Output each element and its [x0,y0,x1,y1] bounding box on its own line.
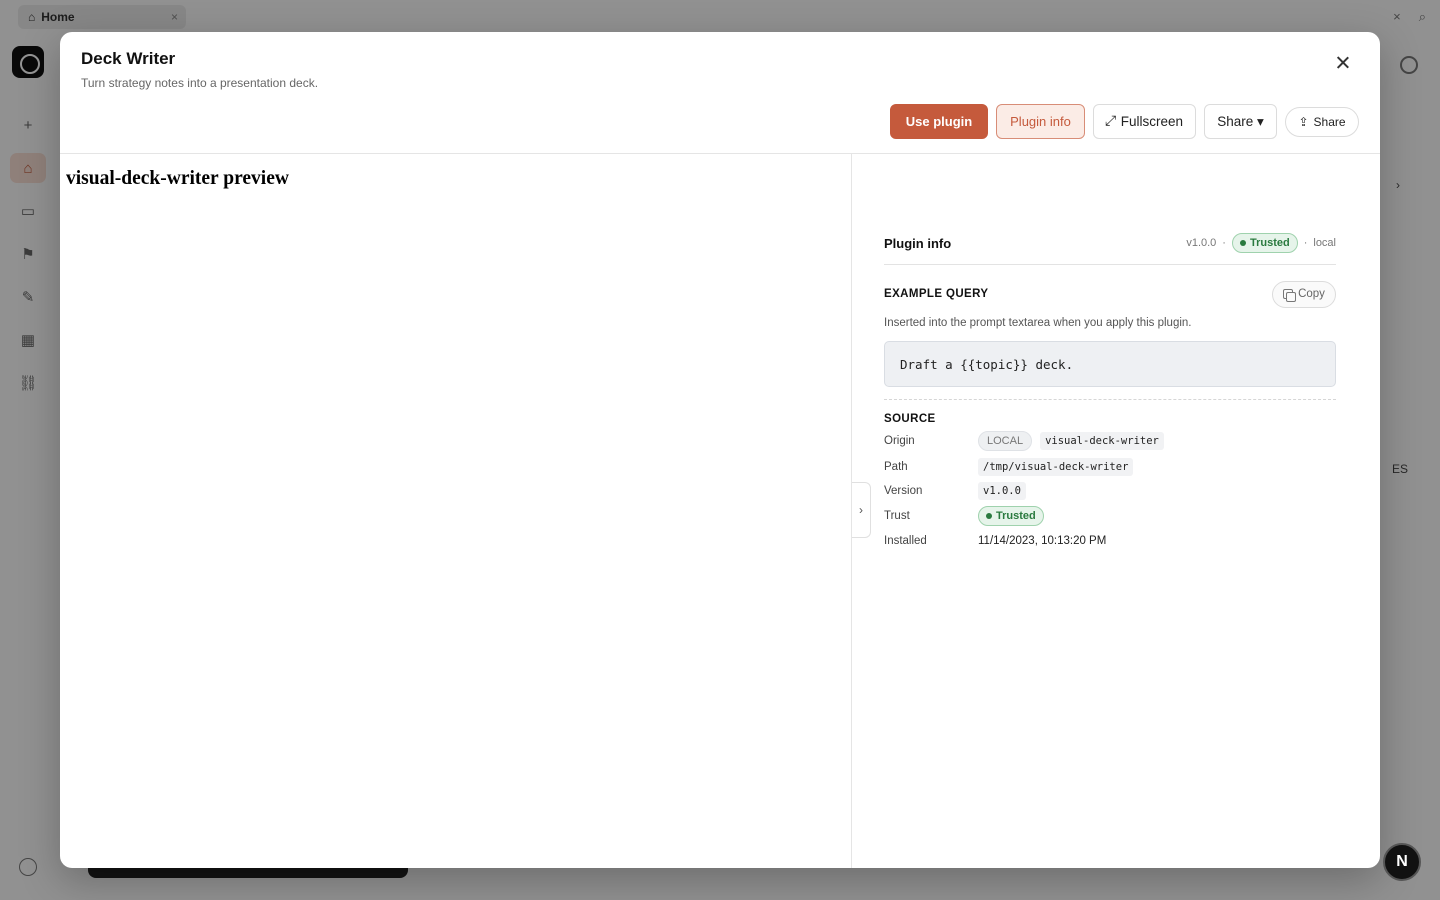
trust-badge: Trusted [978,506,1044,526]
plugin-modal: Deck Writer Turn strategy notes into a p… [60,32,1380,868]
fullscreen-button[interactable]: Fullscreen [1093,104,1196,139]
version-text: v1.0.0 [1186,237,1217,249]
divider [884,399,1336,400]
trusted-badge-label: Trusted [1249,237,1290,249]
floating-n-button[interactable]: N [1383,843,1421,881]
trusted-badge: Trusted [1231,233,1298,253]
share-dropdown-button[interactable]: Share ▾ [1204,104,1277,139]
preview-pane: visual-deck-writer preview [60,154,852,868]
trust-row: Trust Trusted [884,503,1336,529]
copy-button[interactable]: Copy [1272,280,1336,308]
status-dot-icon [1239,240,1246,246]
info-header: Plugin info v1.0.0 · Trusted · local [884,230,1336,265]
separator: · [1303,237,1308,249]
plugin-info-button[interactable]: Plugin info [996,104,1085,139]
installed-label: Installed [884,535,927,547]
path-label: Path [884,460,908,473]
modal-title: Deck Writer [81,49,176,68]
example-query-description: Inserted into the prompt textarea when y… [884,317,1192,329]
copy-label: Copy [1298,288,1325,300]
version-value: v1.0.0 [978,482,1026,500]
origin-label: Origin [884,435,915,447]
source-label: SOURCE [884,413,936,425]
info-meta: v1.0.0 · Trusted · local [1186,233,1336,253]
status-dot-icon [986,513,992,519]
origin-row: Origin LOCAL visual-deck-writer [884,429,1336,453]
chevron-right-icon: › [859,503,863,517]
source-short-text: local [1313,237,1336,249]
modal-subtitle: Turn strategy notes into a presentation … [81,76,319,90]
modal-toolbar: Use plugin Plugin info Fullscreen Share … [890,104,1359,139]
version-label: Version [884,485,923,497]
share-label: Share [1313,114,1346,129]
preview-title: visual-deck-writer preview [66,168,289,189]
trust-label: Trust [884,510,910,522]
example-query-code: Draft a {{topic}} deck. [884,341,1336,387]
example-query-header: EXAMPLE QUERY Copy [884,280,1336,308]
trust-badge-label: Trusted [996,510,1036,522]
example-query-label: EXAMPLE QUERY [884,288,989,300]
installed-row: Installed 11/14/2023, 10:13:20 PM [884,529,1336,553]
share-button[interactable]: ⇪ Share [1285,106,1359,137]
version-row: Version v1.0.0 [884,479,1336,503]
separator: · [1222,237,1226,249]
info-title: Plugin info [884,236,952,251]
collapse-panel-handle[interactable]: › [852,482,871,538]
fullscreen-label: Fullscreen [1120,114,1183,129]
expand-icon [1105,112,1116,129]
installed-value: 11/14/2023, 10:13:20 PM [978,535,1107,547]
copy-icon [1283,289,1297,302]
origin-chip: LOCAL [978,431,1033,451]
share-icon: ⇪ [1298,114,1309,129]
path-value: /tmp/visual-deck-writer [978,457,1134,476]
use-plugin-button[interactable]: Use plugin [890,104,988,139]
modal-header: Deck Writer Turn strategy notes into a p… [60,32,1380,154]
origin-name: visual-deck-writer [1040,432,1164,450]
close-modal-button[interactable] [1332,52,1354,74]
plugin-info-panel: Plugin info v1.0.0 · Trusted · local EXA… [884,230,1336,553]
path-row: Path /tmp/visual-deck-writer [884,454,1336,479]
